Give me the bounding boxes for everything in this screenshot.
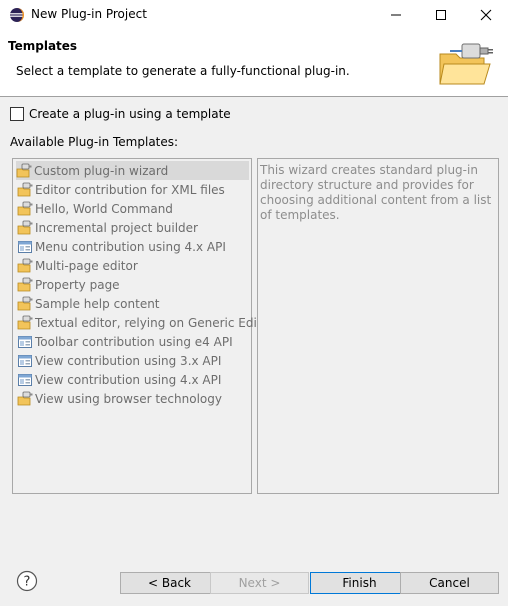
help-icon[interactable]: ? bbox=[16, 570, 38, 592]
template-item-label: Property page bbox=[35, 277, 120, 292]
e4-template-icon bbox=[18, 354, 32, 367]
e4-template-icon bbox=[18, 373, 32, 386]
wizard-header: Templates Select a template to generate … bbox=[0, 30, 508, 97]
template-item[interactable]: Multi-page editor bbox=[17, 256, 138, 275]
maximize-icon bbox=[435, 10, 446, 20]
page-description: Select a template to generate a fully-fu… bbox=[16, 64, 350, 78]
use-template-checkbox-row[interactable]: Create a plug-in using a template bbox=[10, 107, 231, 121]
template-item[interactable]: Incremental project builder bbox=[17, 218, 198, 237]
wizard-content: Create a plug-in using a template Availa… bbox=[0, 97, 508, 558]
plugin-template-icon bbox=[17, 258, 33, 272]
template-item[interactable]: Property page bbox=[17, 275, 120, 294]
plugin-template-icon bbox=[17, 182, 33, 196]
template-item-label: Editor contribution for XML files bbox=[35, 182, 225, 197]
minimize-button[interactable] bbox=[373, 0, 418, 30]
e4-template-icon bbox=[18, 240, 32, 253]
use-template-label[interactable]: Create a plug-in using a template bbox=[29, 107, 231, 121]
close-icon bbox=[480, 9, 491, 21]
template-item[interactable]: Custom plug-in wizard bbox=[16, 161, 249, 180]
template-item-label: Multi-page editor bbox=[35, 258, 138, 273]
template-item[interactable]: Hello, World Command bbox=[17, 199, 173, 218]
template-item-label: Sample help content bbox=[35, 296, 160, 311]
template-item-label: Custom plug-in wizard bbox=[34, 163, 169, 178]
plugin-template-icon bbox=[17, 391, 33, 405]
eclipse-icon bbox=[10, 8, 24, 22]
template-item-label: Incremental project builder bbox=[35, 220, 198, 235]
plugin-wizard-banner-icon bbox=[439, 43, 493, 85]
plugin-template-icon bbox=[16, 163, 32, 177]
template-item-label: Toolbar contribution using e4 API bbox=[35, 334, 233, 349]
template-item-label: View contribution using 3.x API bbox=[35, 353, 222, 368]
plugin-template-icon bbox=[17, 315, 33, 329]
template-item[interactable]: View contribution using 3.x API bbox=[17, 351, 221, 370]
next-button[interactable]: Next > bbox=[210, 572, 309, 594]
wizard-footer: ? < Back Next > Finish Cancel bbox=[0, 558, 508, 606]
template-description: This wizard creates standard plug-in dir… bbox=[260, 163, 492, 222]
template-item[interactable]: Sample help content bbox=[17, 294, 160, 313]
plugin-template-icon bbox=[17, 277, 33, 291]
available-templates-label: Available Plug-in Templates: bbox=[10, 135, 179, 149]
template-item[interactable]: View contribution using 4.x API bbox=[17, 370, 221, 389]
template-item-label: Textual editor, relying on Generic Edito… bbox=[35, 315, 274, 330]
close-button[interactable] bbox=[463, 0, 508, 30]
maximize-button[interactable] bbox=[418, 0, 463, 30]
template-item-label: View contribution using 4.x API bbox=[35, 372, 222, 387]
plugin-template-icon bbox=[17, 296, 33, 310]
template-item[interactable]: Textual editor, relying on Generic Edito… bbox=[17, 313, 274, 332]
cancel-button[interactable]: Cancel bbox=[400, 572, 499, 594]
template-item[interactable]: View using browser technology bbox=[17, 389, 222, 408]
use-template-checkbox[interactable] bbox=[10, 107, 24, 121]
page-title: Templates bbox=[8, 39, 78, 53]
template-item-label: Menu contribution using 4.x API bbox=[35, 239, 226, 254]
back-button[interactable]: < Back bbox=[120, 572, 219, 594]
templates-list[interactable]: Custom plug-in wizard Editor contribution… bbox=[12, 158, 274, 494]
plugin-template-icon bbox=[17, 220, 33, 234]
svg-text:?: ? bbox=[24, 575, 31, 590]
plugin-template-icon bbox=[17, 201, 33, 215]
template-item[interactable]: Menu contribution using 4.x API bbox=[17, 237, 226, 256]
e4-template-icon bbox=[18, 335, 32, 348]
template-item-label: View using browser technology bbox=[35, 391, 222, 406]
template-description-box: This wizard creates standard plug-in dir… bbox=[257, 158, 499, 494]
window-title: New Plug-in Project bbox=[31, 7, 147, 21]
template-item-label: Hello, World Command bbox=[35, 201, 173, 216]
finish-button[interactable]: Finish bbox=[310, 572, 409, 594]
template-item[interactable]: Toolbar contribution using e4 API bbox=[17, 332, 233, 351]
title-bar: New Plug-in Project bbox=[0, 0, 508, 30]
template-item[interactable]: Editor contribution for XML files bbox=[17, 180, 225, 199]
minimize-icon bbox=[390, 14, 401, 16]
